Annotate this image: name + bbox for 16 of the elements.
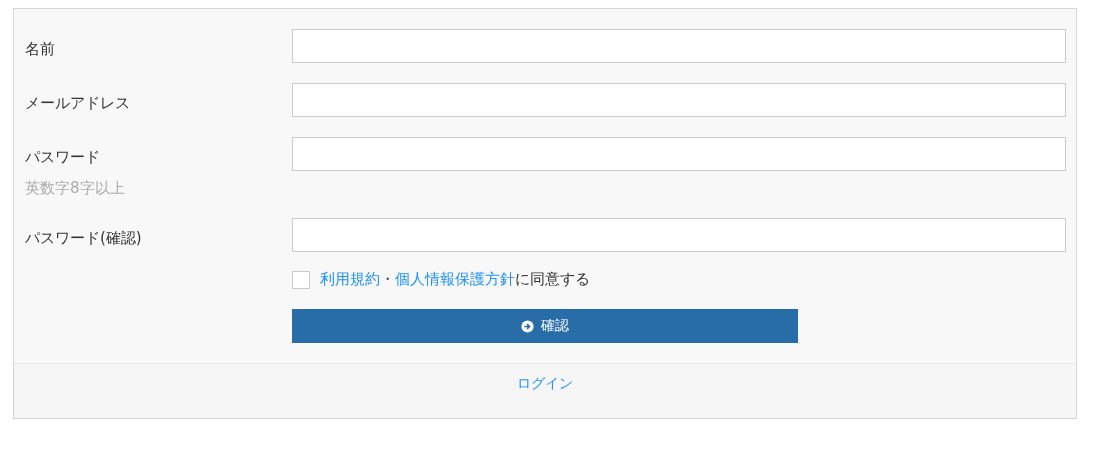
field-label: メールアドレス (25, 94, 130, 113)
arrow-circle-icon (521, 319, 534, 333)
input-field[interactable] (292, 218, 1066, 252)
input-field[interactable] (292, 29, 1066, 63)
field-label: パスワード(確認) (25, 229, 142, 248)
policy-link[interactable]: 個人情報保護方針 (395, 270, 515, 288)
policy-link[interactable]: 利用規約 (320, 270, 380, 288)
agreement-text: 利用規約・個人情報保護方針に同意する (320, 270, 590, 289)
field-label: パスワード (25, 148, 100, 167)
checkbox[interactable] (292, 270, 310, 289)
field-label: 名前 (25, 40, 55, 59)
confirm-button[interactable]: 確認 (292, 309, 798, 343)
field-hint: 英数字8字以上 (25, 179, 125, 198)
input-field[interactable] (292, 137, 1066, 171)
input-field[interactable] (292, 83, 1066, 117)
login-link[interactable]: ログイン (517, 375, 573, 391)
